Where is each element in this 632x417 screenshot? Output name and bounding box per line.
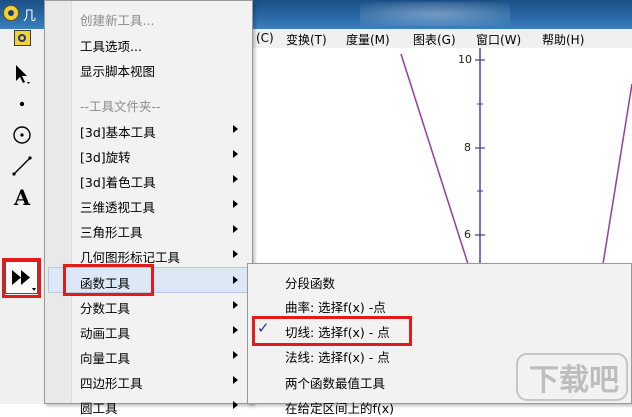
menu-item-fraction-tools[interactable]: 分数工具 xyxy=(80,298,130,317)
submenu-item-curvature[interactable]: 曲率: 选择f(x) -点 xyxy=(285,297,386,316)
menu-item-vector-tools[interactable]: 向量工具 xyxy=(80,348,130,367)
point-icon xyxy=(19,101,25,107)
submenu-arrow-icon xyxy=(233,150,238,158)
app-logo-icon xyxy=(3,5,19,21)
menu-item-tool-options[interactable]: 工具选项... xyxy=(80,36,142,55)
custom-tool-highlight xyxy=(2,258,41,298)
menu-measure[interactable]: 度量(M) xyxy=(346,31,390,48)
submenu-item-two-function-extrema[interactable]: 两个函数最值工具 xyxy=(285,373,385,392)
menu-item-show-script-view[interactable]: 显示脚本视图 xyxy=(80,61,155,80)
submenu-item-piecewise-function[interactable]: 分段函数 xyxy=(285,273,335,292)
submenu-arrow-icon xyxy=(233,175,238,183)
function-curve-left xyxy=(400,53,469,265)
line-segment-icon xyxy=(12,156,32,176)
menu-item-quadrilateral-tools[interactable]: 四边形工具 xyxy=(80,373,143,392)
menu-item-create-new-tool: 创建新工具... xyxy=(80,13,155,28)
submenu-arrow-icon xyxy=(233,301,238,309)
document-icon[interactable] xyxy=(14,30,31,46)
menu-item-3d-basic-tools[interactable]: [3d]基本工具 xyxy=(80,122,156,141)
menu-item-triangle-tools[interactable]: 三角形工具 xyxy=(80,222,143,241)
custom-tools-menu: 创建新工具... 工具选项... 显示脚本视图 --工具文件夹-- [3d]基本… xyxy=(44,0,253,416)
submenu-arrow-icon xyxy=(233,326,238,334)
svg-text:下载吧: 下载吧 xyxy=(529,363,619,398)
function-tools-highlight xyxy=(63,264,154,296)
compass-tool[interactable] xyxy=(8,121,36,149)
menu-item-3d-rotate[interactable]: [3d]旋转 xyxy=(80,147,131,166)
y-label-6: 6 xyxy=(464,228,471,241)
tangent-line-highlight xyxy=(252,316,412,346)
arrow-select-tool[interactable] xyxy=(8,60,36,88)
menu-item-3d-shading-tools[interactable]: [3d]着色工具 xyxy=(80,172,156,191)
submenu-arrow-icon xyxy=(233,250,238,258)
menu-construct[interactable]: (C) xyxy=(256,31,274,45)
text-tool[interactable]: A xyxy=(8,183,36,211)
menu-item-circle-tools[interactable]: 圆工具 xyxy=(80,398,118,417)
arrow-icon xyxy=(16,65,30,84)
circle-icon xyxy=(13,126,31,144)
toolbox: A xyxy=(0,48,45,404)
straightedge-tool[interactable] xyxy=(8,152,36,180)
y-label-10: 10 xyxy=(458,53,472,66)
menu-item-tool-folder-header: --工具文件夹-- xyxy=(80,99,161,114)
menu-window[interactable]: 窗口(W) xyxy=(476,31,521,48)
menu-item-3d-perspective-tools[interactable]: 三维透视工具 xyxy=(80,197,155,216)
menu-item-animation-tools[interactable]: 动画工具 xyxy=(80,323,130,342)
title-bar-glow xyxy=(360,2,510,26)
submenu-arrow-icon xyxy=(233,225,238,233)
submenu-arrow-icon xyxy=(233,401,238,409)
text-tool-glyph: A xyxy=(13,184,31,210)
submenu-item-normal-line[interactable]: 法线: 选择f(x) - 点 xyxy=(285,347,390,366)
submenu-arrow-icon xyxy=(233,376,238,384)
submenu-item-fx-on-interval[interactable]: 在给定区间上的f(x) xyxy=(285,398,394,417)
y-label-8: 8 xyxy=(464,141,471,154)
submenu-arrow-icon xyxy=(233,125,238,133)
point-tool[interactable] xyxy=(8,90,36,118)
window-title: 几 xyxy=(23,9,37,24)
submenu-arrow-icon xyxy=(233,200,238,208)
download-site-logo-icon: 下载吧 xyxy=(516,353,628,401)
function-curve-right xyxy=(602,83,632,265)
submenu-arrow-icon xyxy=(233,351,238,359)
submenu-arrow-icon xyxy=(233,276,238,284)
menu-help[interactable]: 帮助(H) xyxy=(542,31,584,48)
watermark-logo: 下载吧 xyxy=(515,340,632,404)
menu-transform[interactable]: 变换(T) xyxy=(286,31,327,48)
menu-icon-stripe xyxy=(45,1,72,403)
menu-graph[interactable]: 图表(G) xyxy=(413,31,456,48)
